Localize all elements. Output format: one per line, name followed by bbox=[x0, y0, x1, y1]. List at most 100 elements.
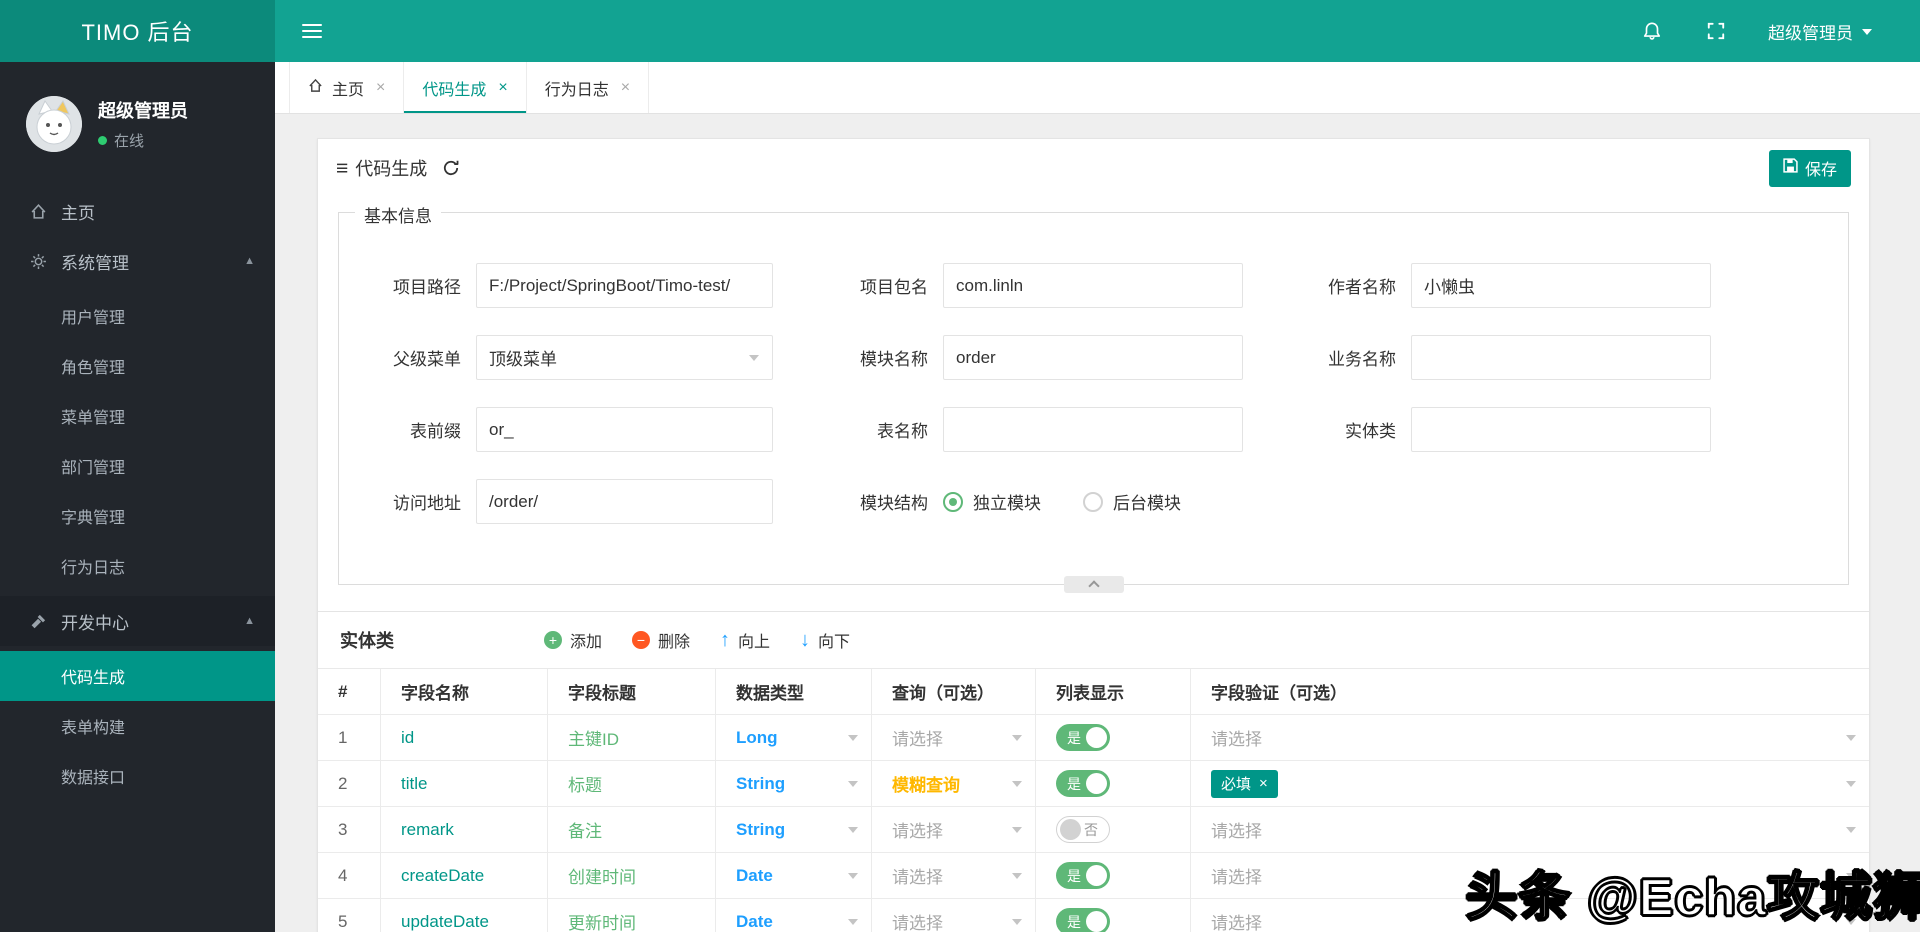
toggle-knob bbox=[1086, 865, 1107, 886]
field-label: 项目包名 bbox=[860, 278, 928, 297]
query-select[interactable]: 请选择 bbox=[872, 853, 1036, 898]
access-url-input[interactable] bbox=[476, 479, 773, 524]
sidebar-item-menus[interactable]: 菜单管理 bbox=[0, 391, 275, 441]
data-type-select[interactable]: Long bbox=[716, 715, 872, 760]
project-path-input[interactable] bbox=[476, 263, 773, 308]
column-header: # bbox=[318, 669, 381, 714]
validate-select[interactable]: 请选择 bbox=[1191, 715, 1869, 760]
close-icon[interactable]: × bbox=[376, 79, 385, 97]
field-name-cell[interactable]: createDate bbox=[381, 853, 548, 898]
field-name-cell[interactable]: remark bbox=[381, 807, 548, 852]
field-name-cell[interactable]: updateDate bbox=[381, 899, 548, 932]
project-package-input[interactable] bbox=[943, 263, 1243, 308]
table-name-input[interactable] bbox=[943, 407, 1243, 452]
radio-label: 独立模块 bbox=[973, 494, 1041, 513]
field-title-cell[interactable]: 创建时间 bbox=[548, 853, 716, 898]
sidebar-item-data-api[interactable]: 数据接口 bbox=[0, 751, 275, 801]
list-display-toggle[interactable]: 是 bbox=[1056, 908, 1110, 932]
field-name-cell[interactable]: id bbox=[381, 715, 548, 760]
toggle-knob bbox=[1086, 727, 1107, 748]
entity-class-input[interactable] bbox=[1411, 407, 1711, 452]
sidebar-toggle-icon[interactable] bbox=[275, 0, 349, 62]
collapse-panel-button[interactable] bbox=[1063, 576, 1124, 593]
tab-behavior-log[interactable]: 行为日志 × bbox=[526, 62, 650, 113]
validate-select[interactable]: 必填 × bbox=[1191, 761, 1869, 806]
module-name-input[interactable] bbox=[943, 335, 1243, 380]
select-value: 顶级菜单 bbox=[489, 350, 557, 369]
entity-header: 实体类 + 添加 − 删除 ↑ 向上 ↓ 向下 bbox=[318, 612, 1869, 669]
field-title-cell[interactable]: 更新时间 bbox=[548, 899, 716, 932]
tab-code-generation[interactable]: 代码生成 × bbox=[404, 62, 527, 113]
data-type-select[interactable]: String bbox=[716, 807, 872, 852]
sidebar-item-users[interactable]: 用户管理 bbox=[0, 291, 275, 341]
delete-row-button[interactable]: − 删除 bbox=[632, 628, 690, 652]
select-value: Date bbox=[736, 865, 773, 885]
validate-select[interactable]: 请选择 bbox=[1191, 853, 1869, 898]
field-title-cell[interactable]: 备注 bbox=[548, 807, 716, 852]
business-name-input[interactable] bbox=[1411, 335, 1711, 380]
sidebar-group-system[interactable]: 系统管理 ▲ bbox=[0, 236, 275, 286]
sidebar-item-dictionary[interactable]: 字典管理 bbox=[0, 491, 275, 541]
user-menu[interactable]: 超级管理员 bbox=[1768, 19, 1872, 44]
table-prefix-input[interactable] bbox=[476, 407, 773, 452]
table-row: 5 updateDate 更新时间 Date 请选择 是 请选择 bbox=[318, 899, 1869, 932]
sidebar-item-home[interactable]: 主页 bbox=[0, 186, 275, 236]
sidebar-item-form-builder[interactable]: 表单构建 bbox=[0, 701, 275, 751]
sidebar-item-roles[interactable]: 角色管理 bbox=[0, 341, 275, 391]
toggle-label: 是 bbox=[1067, 867, 1081, 884]
chevron-down-icon bbox=[848, 872, 858, 879]
validate-select[interactable]: 请选择 bbox=[1191, 899, 1869, 932]
refresh-icon[interactable] bbox=[442, 159, 460, 177]
online-status: 在线 bbox=[114, 133, 145, 150]
save-button[interactable]: 保存 bbox=[1768, 149, 1851, 187]
content-area: ≡ 代码生成 保存 基本信息 项目路径 F:/Project/SpringBoo… bbox=[275, 114, 1920, 932]
add-row-button[interactable]: + 添加 bbox=[544, 628, 602, 652]
data-type-select[interactable]: Date bbox=[716, 853, 872, 898]
submenu-dev: 代码生成 表单构建 数据接口 bbox=[0, 646, 275, 806]
author-name-input[interactable] bbox=[1411, 263, 1711, 308]
sidebar-item-code-generation[interactable]: 代码生成 bbox=[0, 651, 275, 701]
data-type-select[interactable]: Date bbox=[716, 899, 872, 932]
avatar[interactable] bbox=[26, 96, 82, 152]
sidebar-item-behavior-log[interactable]: 行为日志 bbox=[0, 541, 275, 591]
validate-select[interactable]: 请选择 bbox=[1191, 807, 1869, 852]
fullscreen-icon[interactable] bbox=[1704, 19, 1728, 43]
move-up-button[interactable]: ↑ 向上 bbox=[720, 628, 770, 652]
list-display-toggle[interactable]: 否 bbox=[1056, 816, 1110, 843]
tab-home[interactable]: 主页 × bbox=[289, 62, 405, 113]
app-logo[interactable]: TIMO 后台 bbox=[0, 0, 275, 62]
chevron-down-icon bbox=[1846, 734, 1856, 741]
tab-label: 主页 bbox=[332, 81, 365, 99]
sidebar-item-label: 菜单管理 bbox=[61, 410, 126, 427]
select-value: String bbox=[736, 773, 786, 793]
radio-independent-module[interactable]: 独立模块 bbox=[943, 489, 1041, 514]
sidebar-group-dev[interactable]: 开发中心 ▲ bbox=[0, 596, 275, 646]
field-title-cell[interactable]: 标题 bbox=[548, 761, 716, 806]
query-select[interactable]: 请选择 bbox=[872, 899, 1036, 932]
data-type-select[interactable]: String bbox=[716, 761, 872, 806]
radio-backend-module[interactable]: 后台模块 bbox=[1083, 489, 1181, 514]
field-name-cell[interactable]: title bbox=[381, 761, 548, 806]
sidebar-item-label: 角色管理 bbox=[61, 360, 126, 377]
close-icon[interactable]: × bbox=[621, 79, 630, 97]
list-display-toggle[interactable]: 是 bbox=[1056, 770, 1110, 797]
query-select[interactable]: 请选择 bbox=[872, 715, 1036, 760]
notifications-bell-icon[interactable] bbox=[1640, 19, 1664, 43]
move-down-button[interactable]: ↓ 向下 bbox=[800, 628, 850, 652]
chevron-up-icon: ▲ bbox=[244, 255, 255, 267]
chevron-down-icon bbox=[1012, 780, 1022, 787]
list-display-toggle[interactable]: 是 bbox=[1056, 862, 1110, 889]
field-label: 表前缀 bbox=[410, 422, 461, 441]
field-label: 访问地址 bbox=[393, 494, 461, 513]
radio-label: 后台模块 bbox=[1113, 494, 1181, 513]
query-select[interactable]: 请选择 bbox=[872, 807, 1036, 852]
remove-tag-icon[interactable]: × bbox=[1259, 776, 1268, 791]
sidebar-item-departments[interactable]: 部门管理 bbox=[0, 441, 275, 491]
close-icon[interactable]: × bbox=[498, 79, 507, 97]
field-title-cell[interactable]: 主键ID bbox=[548, 715, 716, 760]
query-select[interactable]: 模糊查询 bbox=[872, 761, 1036, 806]
list-display-toggle[interactable]: 是 bbox=[1056, 724, 1110, 751]
chevron-up-icon: ▲ bbox=[244, 615, 255, 627]
save-icon bbox=[1783, 158, 1798, 178]
parent-menu-select[interactable]: 顶级菜单 bbox=[476, 335, 773, 380]
